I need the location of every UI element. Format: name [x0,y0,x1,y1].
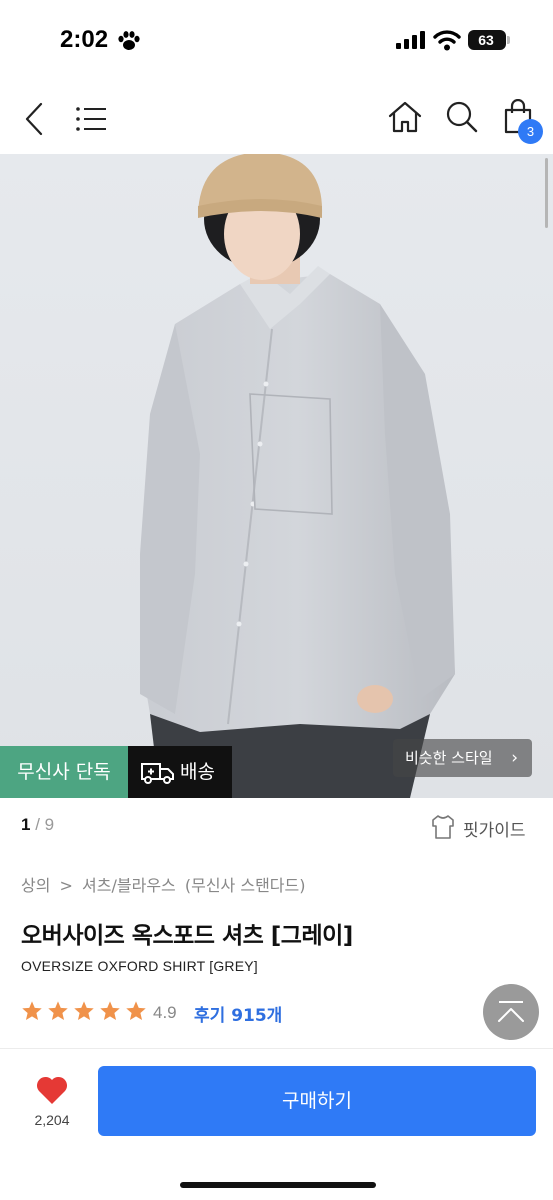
breadcrumb: 상의 > 셔츠/블라우스 (무신사 스탠다드) [21,872,309,896]
home-indicator [180,1182,376,1188]
product-title: 오버사이즈 옥스포드 셔츠 [그레이] [21,923,353,949]
status-bar: 2:02 63 [0,0,553,82]
image-pager: 1 / 9 [21,815,54,835]
heart-icon [36,1076,68,1104]
battery-indicator: 63 [468,30,506,50]
top-nav [0,82,553,154]
exclusive-tag: 무신사 단독 [0,746,128,798]
page-scrollbar[interactable] [545,158,548,228]
breadcrumb-item-shirts[interactable]: 셔츠/블라우스 [82,876,176,895]
signal-icon [396,31,425,49]
star-icon [22,1001,42,1020]
buy-button[interactable]: 구매하기 [98,1066,536,1136]
like-count: 2,204 [34,1112,70,1128]
shirt-icon [432,815,454,839]
star-icon [100,1001,120,1020]
similar-style-label: 비슷한 스타일 [405,749,493,767]
shipping-tag-label: 배송 [180,761,215,783]
product-image[interactable] [0,154,553,798]
pager-separator: / [30,815,45,834]
battery-level: 63 [478,32,494,48]
rating-score: 4.9 [153,1003,177,1022]
arrow-up-icon [498,1001,524,1022]
breadcrumb-brand[interactable]: (무신사 스탠다드) [185,876,306,895]
truck-icon [141,763,174,784]
rating-stars [21,1000,151,1026]
breadcrumb-item-top[interactable]: 상의 [21,876,50,895]
star-icon [48,1001,68,1020]
cart-count-badge: 3 [518,119,543,144]
breadcrumb-separator: > [59,876,73,895]
home-icon[interactable] [387,100,423,134]
model-photo [0,154,553,798]
star-icon [74,1001,94,1020]
paw-icon [118,31,140,50]
chevron-right-icon: › [511,748,518,768]
fit-guide-label: 핏가이드 [463,821,526,841]
back-icon[interactable] [22,102,46,136]
similar-style-button[interactable]: 비슷한 스타일 › [393,739,532,777]
search-icon[interactable] [445,100,479,134]
status-time: 2:02 [60,26,109,53]
product-title-english: OVERSIZE OXFORD SHIRT [GREY] [21,958,258,974]
wifi-icon [433,30,461,51]
battery-cap [507,36,510,44]
menu-icon[interactable] [76,106,108,132]
pager-total: 9 [44,815,55,834]
scroll-to-top-button[interactable] [483,984,539,1040]
star-icon [126,1001,146,1020]
review-link[interactable]: 후기 915개 [194,1001,282,1026]
like-button[interactable]: 2,204 [26,1074,80,1134]
bottom-divider [0,1048,553,1049]
shipping-tag: 배송 [128,746,232,798]
